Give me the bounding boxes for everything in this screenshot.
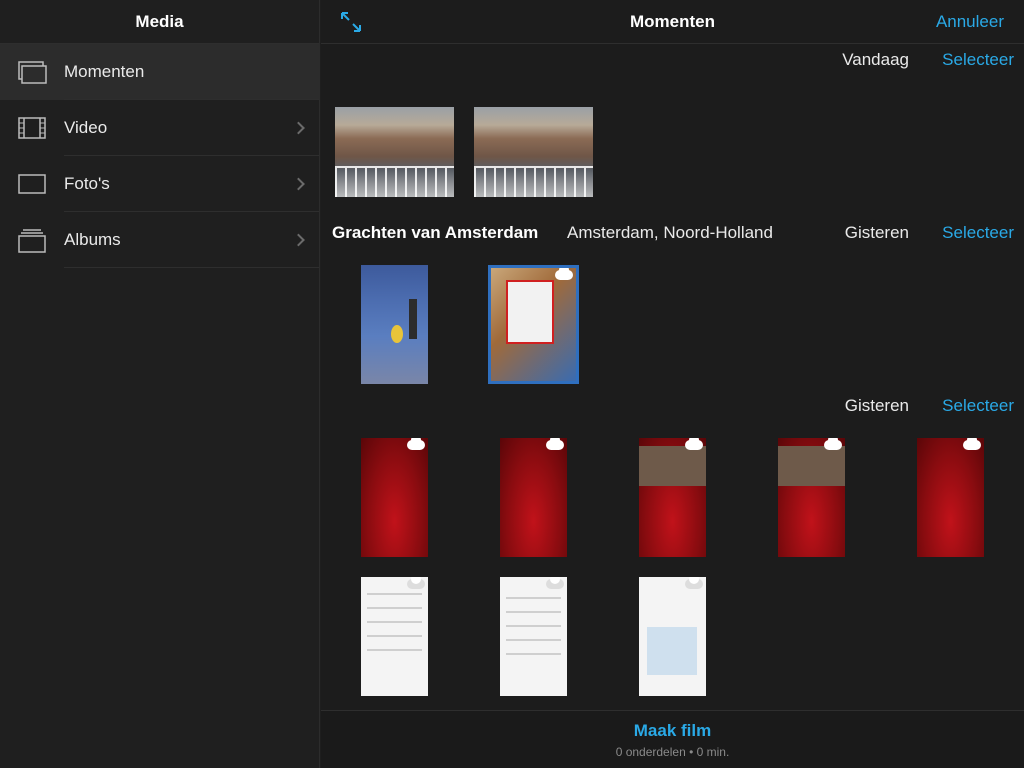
cloud-icon — [546, 438, 564, 450]
cloud-icon — [685, 438, 703, 450]
video-frame — [778, 446, 845, 486]
divider — [367, 593, 422, 595]
screenshot-thumbnail[interactable] — [361, 265, 428, 384]
railing — [335, 166, 454, 197]
screenshot-thumbnail[interactable] — [639, 577, 706, 696]
screenshot-thumbnail[interactable] — [639, 438, 706, 557]
selection-status: 0 onderdelen • 0 min. — [615, 745, 730, 759]
chevron-right-icon — [292, 121, 305, 135]
screenshot-thumbnail[interactable] — [500, 577, 567, 696]
section-header: Vandaag Selecteer — [321, 45, 1024, 75]
cancel-button[interactable]: Annuleer — [936, 0, 1004, 44]
sidebar-item-label: Albums — [64, 230, 121, 249]
screenshot-thumbnail[interactable] — [917, 438, 984, 557]
make-film-button[interactable]: Maak film — [321, 721, 1024, 741]
poster — [506, 280, 554, 344]
moments-panel: Momenten Annuleer Vandaag Selecteer Grac… — [321, 0, 1024, 768]
section-date: Vandaag — [842, 50, 909, 69]
divider — [506, 653, 561, 655]
divider — [64, 267, 319, 268]
railing — [474, 166, 593, 197]
divider — [367, 607, 422, 609]
sidebar-item-video[interactable]: Video — [0, 100, 319, 156]
section-date: Gisteren — [844, 223, 909, 242]
screenshot-thumbnail[interactable] — [778, 438, 845, 557]
page-title: Momenten — [630, 12, 715, 31]
sidebar-title: Media — [0, 0, 319, 44]
sidebar: Media Momenten Video Foto's Albums — [0, 0, 320, 768]
cloud-icon — [546, 577, 564, 589]
sidebar-item-label: Foto's — [64, 174, 110, 193]
cloud-icon — [407, 577, 425, 589]
photo-thumbnail[interactable] — [335, 107, 454, 197]
section-header: Gisteren Selecteer — [321, 391, 1024, 421]
photo-thumbnail[interactable] — [474, 107, 593, 197]
section-title: Grachten van Amsterdam — [332, 223, 539, 242]
divider — [367, 635, 422, 637]
cloud-icon — [685, 577, 703, 589]
video-frame — [639, 446, 706, 486]
screenshot-thumbnail[interactable] — [361, 577, 428, 696]
select-button[interactable]: Selecteer — [942, 223, 1014, 243]
moments-icon — [18, 61, 47, 84]
cloud-icon — [963, 438, 981, 450]
cloud-icon — [555, 268, 573, 280]
sidebar-item-momenten[interactable]: Momenten — [0, 44, 319, 100]
character — [409, 299, 417, 339]
image — [647, 627, 697, 675]
select-button[interactable]: Selecteer — [942, 396, 1014, 416]
sidebar-item-fotos[interactable]: Foto's — [0, 156, 319, 212]
divider — [506, 597, 561, 599]
character — [391, 325, 403, 343]
divider — [506, 625, 561, 627]
albums-icon — [18, 229, 46, 253]
film-icon — [18, 117, 46, 139]
divider — [367, 621, 422, 623]
navigation-bar: Momenten Annuleer — [321, 0, 1024, 44]
imovie-media-browser: Media Momenten Video Foto's Albums Momen… — [0, 0, 1024, 768]
sidebar-item-label: Video — [64, 118, 108, 137]
section-header: Grachten van Amsterdam Amsterdam, Noord-… — [321, 218, 1024, 248]
chevron-right-icon — [292, 233, 305, 247]
chevron-right-icon — [292, 177, 305, 191]
section-date: Gisteren — [844, 396, 909, 415]
divider — [506, 611, 561, 613]
screenshot-thumbnail[interactable] — [361, 438, 428, 557]
photo-icon — [18, 173, 46, 195]
screenshot-thumbnail[interactable] — [500, 438, 567, 557]
sidebar-item-albums[interactable]: Albums — [0, 212, 319, 268]
select-button[interactable]: Selecteer — [942, 50, 1014, 70]
bottom-bar: Maak film 0 onderdelen • 0 min. — [321, 710, 1024, 768]
photo-thumbnail[interactable] — [488, 265, 579, 384]
cloud-icon — [407, 438, 425, 450]
sidebar-item-label: Momenten — [64, 62, 145, 81]
cloud-icon — [824, 438, 842, 450]
section-location: Amsterdam, Noord-Holland — [567, 223, 773, 242]
divider — [506, 639, 561, 641]
divider — [367, 649, 422, 651]
